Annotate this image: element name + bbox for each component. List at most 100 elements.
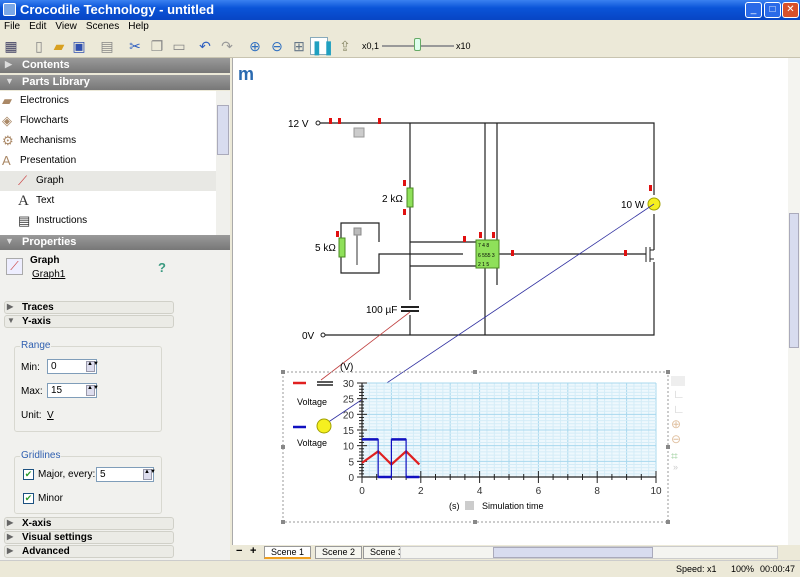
pause-icon[interactable]: ❚❚ [310,37,334,55]
part-graph[interactable]: ⟋ Graph [0,171,216,191]
x-unit-label: (s) [449,501,460,511]
close-button[interactable]: ✕ [782,2,799,18]
section-y-axis[interactable]: ▼ Y-axis [4,315,174,328]
major-checkbox[interactable]: ✔ [23,469,34,480]
axes-icon[interactable]: ∟ [673,387,685,401]
switch-button[interactable] [353,127,365,138]
zoom-in-icon[interactable]: ⊕ [671,417,681,431]
section-advanced[interactable]: ▶ Advanced [4,545,174,558]
menu-bar: File Edit View Scenes Help [0,20,800,34]
range-title: Range [20,340,52,351]
part-presentation[interactable]: A Presentation [0,151,216,171]
crop-icon[interactable]: ⌗ [671,449,678,463]
minimize-button[interactable]: _ [745,2,762,18]
legend-label-lamp: Voltage [297,438,327,448]
print-icon[interactable]: ▤ [98,37,116,55]
x-tick-label: 6 [536,486,542,497]
part-electronics[interactable]: ▰ Electronics [0,91,216,111]
section-traces[interactable]: ▶ Traces [4,301,174,314]
menu-help[interactable]: Help [124,20,154,32]
menu-view[interactable]: View [51,20,82,32]
help-icon[interactable]: ? [158,260,166,275]
object-name[interactable]: Graph1 [32,269,65,280]
zoom-in-icon[interactable]: ⊕ [246,37,264,55]
axes-icon[interactable]: ∟ [673,402,685,416]
min-value: 0 [51,361,57,372]
new-icon[interactable]: ▯ [30,37,48,55]
minor-checkbox[interactable]: ✔ [23,493,34,504]
cut-icon[interactable]: ✂ [126,37,144,55]
logo: m [238,64,254,84]
export-icon[interactable]: ⇪ [336,37,354,55]
mosfet[interactable] [645,247,654,262]
menu-edit[interactable]: Edit [25,20,51,32]
open-icon[interactable]: ▰ [50,37,68,55]
part-text[interactable]: A Text [0,191,216,211]
zoom-out-icon[interactable]: ⊖ [268,37,286,55]
part-mechanisms[interactable]: ⚙ Mechanisms [0,131,216,151]
contents-title: Contents [22,59,70,71]
terminal-12v[interactable] [315,120,321,126]
zoom-status: 100% [731,564,755,574]
add-scene-button[interactable]: + [250,545,256,557]
zoom-out-icon[interactable]: ⊖ [671,432,681,446]
properties-header[interactable]: ▼ Properties [0,235,230,250]
tab-scene-2[interactable]: Scene 2 [315,546,363,559]
menu-file[interactable]: File [0,20,25,32]
parts-scrollbar[interactable] [216,91,230,235]
more-icon[interactable]: » [673,462,678,472]
y-tick-label: 5 [348,457,354,468]
pot-label: 5 kΩ [315,243,336,254]
spinner-icon[interactable]: ▲▼ [86,361,99,372]
section-visual-settings[interactable]: ▶ Visual settings [4,531,174,544]
x-unit-dropdown[interactable] [465,501,474,510]
maximize-button[interactable]: □ [764,2,781,18]
horizontal-scrollbar[interactable] [400,546,778,559]
min-field[interactable]: 0 ▲▼ [47,359,99,374]
collapse-icon: ▼ [5,76,14,86]
remove-scene-button[interactable]: − [236,545,242,557]
circuit-canvas[interactable]: m 12 V 2 kΩ 5 kΩ 7 4 8 6 555 3 2 1 5 100… [232,58,788,545]
capacitor[interactable] [401,306,419,312]
menu-scenes[interactable]: Scenes [82,20,124,32]
copy-icon[interactable]: ❐ [148,37,166,55]
tab-scene-1[interactable]: Scene 1 [264,546,312,559]
fit-icon[interactable]: ⊞ [290,37,308,55]
paste-icon[interactable]: ▭ [170,37,188,55]
legend-capacitor-icon [317,381,333,386]
y-tick-label: 10 [343,442,355,453]
legend-label-capacitor: Voltage [297,397,327,407]
unit-label: Unit: [21,410,42,421]
folder-electronics-icon: ▰ [2,93,12,108]
circuit-svg: m 12 V 2 kΩ 5 kΩ 7 4 8 6 555 3 2 1 5 100… [238,64,685,524]
spinner-icon[interactable]: ▲▼ [143,469,156,480]
potentiometer-5k[interactable] [338,237,346,258]
parts-library-header[interactable]: ▼ Parts Library [0,75,230,90]
parts-icon[interactable]: ▦ [2,37,20,55]
graph-icon: ⟋ [6,258,23,275]
probe-wire-capacitor [320,311,411,381]
speed-status: Speed: x1 [676,564,717,574]
major-field[interactable]: 5 ▲▼ [96,467,156,482]
redo-icon[interactable]: ↷ [218,37,236,55]
section-x-axis[interactable]: ▶ X-axis [4,517,174,530]
properties-title: Properties [22,236,77,248]
terminal-0v[interactable] [320,332,326,338]
spinner-icon[interactable]: ▲▼ [86,385,99,396]
folder-presentation-icon: A [2,153,11,168]
contents-header[interactable]: ▶ Contents [0,58,230,73]
y-tick-label: 30 [343,379,355,390]
collapse-icon: ▼ [7,316,15,325]
save-icon[interactable]: ▣ [70,37,88,55]
canvas-vertical-scrollbar[interactable] [788,58,800,545]
text-icon: A [18,193,29,209]
resistor-2k[interactable] [406,187,414,208]
chip-pins-top: 7 4 8 [478,243,489,249]
speed-slider-thumb[interactable] [414,38,421,51]
part-flowcharts[interactable]: ◈ Flowcharts [0,111,216,131]
part-instructions[interactable]: ▤ Instructions [0,211,216,231]
undo-icon[interactable]: ↶ [196,37,214,55]
max-field[interactable]: 15 ▲▼ [47,383,99,398]
pot-slider-handle[interactable] [353,227,362,236]
unit-value[interactable]: V [47,410,54,421]
